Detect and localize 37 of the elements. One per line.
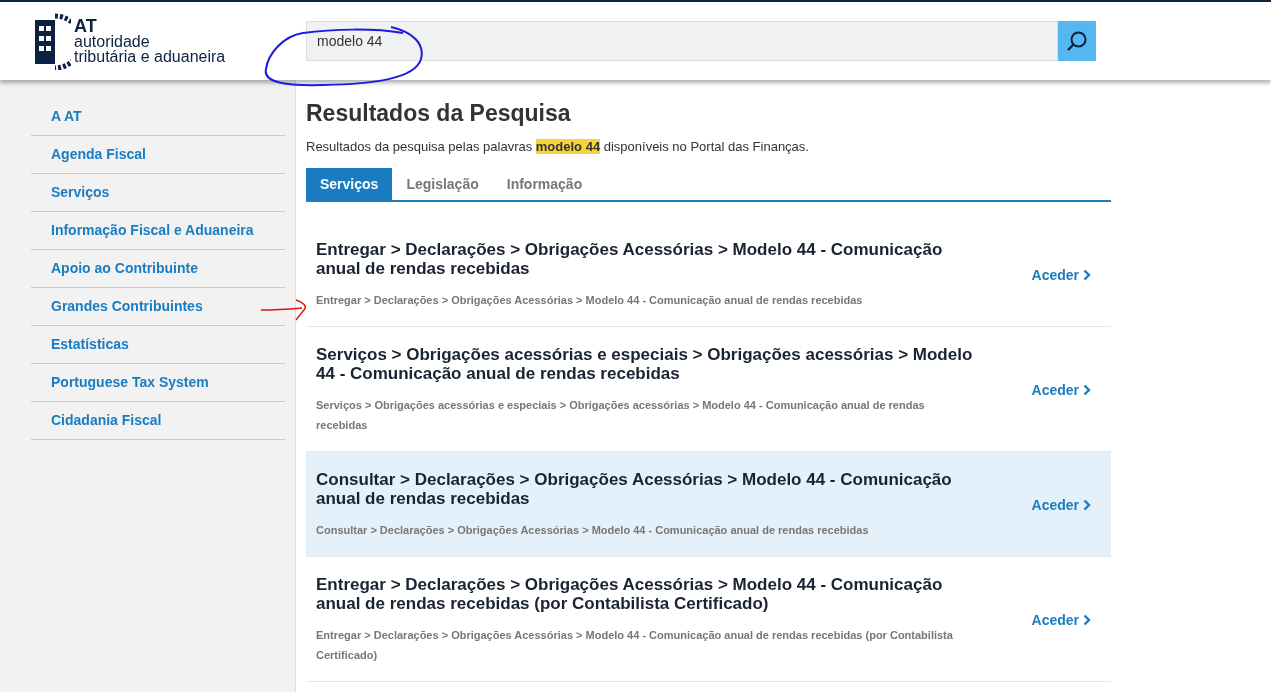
search-icon — [1066, 30, 1088, 52]
result-path: Entregar > Declarações > Obrigações Acessórias > Modelo 44 - Comunicação anual de rendas recebidas — [316, 293, 864, 308]
shield-emblem-icon — [33, 12, 71, 70]
access-link[interactable]: Aceder — [1031, 497, 1091, 513]
sidebar-link[interactable]: Grandes Contribuintes — [31, 288, 285, 325]
result-path: Entregar > Declarações > Obrigações Acessórias > Modelo 44 - Comunicação anual de rendas recebidas (por Contabilista Certificado) — [316, 628, 954, 663]
sidebar-link[interactable]: A AT — [31, 98, 285, 135]
chevron-right-icon — [1083, 499, 1091, 511]
chevron-right-icon — [1083, 614, 1091, 626]
sidebar-link[interactable]: Estatísticas — [31, 326, 285, 363]
tab[interactable]: Legislação — [392, 168, 493, 200]
result-title: Serviços > Obrigações acessórias e especiais > Obrigações acessórias > Modelo 44 - Comunicação anual de rendas recebidas — [316, 345, 974, 383]
chevron-right-icon — [1083, 269, 1091, 281]
result-title: Entregar > Declarações > Obrigações Acessórias > Modelo 44 - Comunicação anual de rendas recebidas (por Contabilista Certificado) — [316, 575, 944, 613]
result-row[interactable] — [306, 452, 1111, 557]
sidebar-link[interactable]: Apoio ao Contribuinte — [31, 250, 285, 287]
access-link[interactable]: Aceder — [1031, 267, 1091, 283]
sidebar-link[interactable]: Agenda Fiscal — [31, 136, 285, 173]
tab[interactable]: Informação — [492, 168, 597, 200]
logo-text: autoridade — [74, 34, 151, 49]
result-path: Consultar > Declarações > Obrigações Acessórias > Modelo 44 - Comunicação anual de rendas recebidas — [316, 523, 870, 538]
sidebar-link[interactable]: Cidadania Fiscal — [31, 402, 285, 439]
result-path: Serviços > Obrigações acessórias e especiais > Obrigações acessórias > Modelo 44 - Comunicação anual de rendas recebidas — [316, 398, 926, 433]
access-link[interactable]: Aceder — [1031, 612, 1091, 628]
tab[interactable]: Serviços — [306, 168, 393, 200]
access-link[interactable]: Aceder — [1031, 382, 1091, 398]
result-title: Entregar > Declarações > Obrigações Acessórias > Modelo 44 - Comunicação anual de rendas recebidas — [316, 240, 944, 278]
result-title: Consultar > Declarações > Obrigações Acessórias > Modelo 44 - Comunicação anual de rendas recebidas — [316, 470, 953, 508]
search-field[interactable]: modelo 44 — [306, 21, 1058, 61]
search-button[interactable] — [1058, 21, 1096, 61]
logo-text: tributária e aduaneira — [74, 49, 226, 64]
logo-abbreviation: AT — [74, 18, 97, 34]
page-title: Resultados da Pesquisa — [306, 100, 572, 127]
sidebar-link[interactable]: Portuguese Tax System — [31, 364, 285, 401]
sidebar-link[interactable]: Informação Fiscal e Aduaneira — [31, 212, 285, 249]
chevron-right-icon — [1083, 384, 1091, 396]
sidebar-link[interactable]: Serviços — [31, 174, 285, 211]
